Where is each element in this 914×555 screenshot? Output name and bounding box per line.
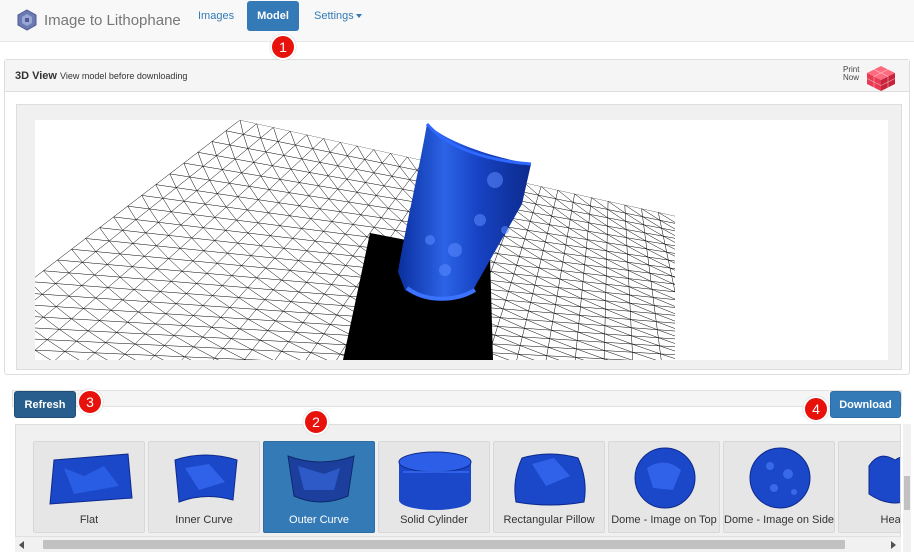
shape-flat[interactable]: Flat [33, 441, 145, 533]
refresh-button[interactable]: Refresh [14, 391, 76, 418]
shape-solid-cylinder[interactable]: Solid Cylinder [378, 441, 490, 533]
shape-label: Dome - Image on Side [724, 514, 834, 526]
dome-side-shape-icon [749, 447, 811, 509]
print-cube-icon [866, 66, 896, 91]
brand[interactable]: Image to Lithophane [16, 7, 181, 33]
heart-shape-icon [868, 455, 900, 504]
nav-images[interactable]: Images [188, 1, 244, 31]
print-now-button[interactable]: Print Now [843, 64, 899, 91]
flat-shape-icon [49, 453, 133, 505]
lithophane-logo-icon [17, 9, 37, 31]
annotation-badge-3: 3 [77, 389, 103, 415]
toolbar-strip [12, 390, 902, 407]
shape-heart[interactable]: Heart [838, 441, 901, 533]
cylinder-shape-icon [398, 451, 472, 510]
nav-settings-label: Settings [314, 10, 354, 22]
horizontal-scrollbar[interactable] [15, 536, 901, 552]
print-now-label: Print Now [843, 65, 860, 82]
annotation-badge-2: 2 [303, 409, 329, 435]
shape-label: Inner Curve [175, 514, 233, 526]
shape-label: Dome - Image on Top [611, 514, 717, 526]
panel-title: 3D View View model before downloading [15, 70, 187, 82]
download-button[interactable]: Download [830, 391, 901, 418]
panel-subtitle: View model before downloading [60, 71, 188, 81]
shape-gallery: Flat Inner Curve Outer Curve Solid Cylin… [15, 424, 901, 552]
shape-label: Rectangular Pillow [503, 514, 595, 526]
nav-settings[interactable]: Settings [304, 1, 372, 31]
scroll-left-icon[interactable] [19, 541, 24, 549]
annotation-badge-4: 4 [803, 396, 829, 422]
vertical-scrollbar-thumb[interactable] [904, 476, 910, 510]
outer-curve-shape-icon [287, 455, 355, 503]
shape-label: Solid Cylinder [400, 514, 468, 526]
model-panel: 3D View View model before downloading Pri… [4, 59, 910, 375]
shape-rectangular-pillow[interactable]: Rectangular Pillow [493, 441, 605, 533]
scrollbar-thumb[interactable] [43, 540, 845, 549]
shape-label: Outer Curve [289, 514, 349, 526]
scroll-right-icon[interactable] [891, 541, 896, 549]
panel-heading: 3D View View model before downloading Pri… [5, 60, 909, 92]
navbar: Image to Lithophane Images Model Setting… [0, 0, 914, 42]
nav-model[interactable]: Model [247, 1, 299, 31]
shape-label: Heart [880, 514, 901, 526]
shape-inner-curve[interactable]: Inner Curve [148, 441, 260, 533]
panel-title-text: 3D View [15, 70, 57, 82]
brand-title: Image to Lithophane [44, 11, 181, 29]
pillow-shape-icon [514, 453, 586, 506]
shape-outer-curve[interactable]: Outer Curve [263, 441, 375, 533]
inner-curve-shape-icon [174, 454, 238, 503]
shape-dome-image-side[interactable]: Dome - Image on Side [723, 441, 835, 533]
caret-down-icon [355, 14, 362, 19]
shape-dome-image-top[interactable]: Dome - Image on Top [608, 441, 720, 533]
annotation-badge-1: 1 [270, 34, 296, 60]
3d-model-preview [35, 120, 675, 360]
viewport-frame [16, 104, 902, 370]
shape-label: Flat [79, 514, 99, 526]
3d-viewport[interactable] [35, 120, 888, 360]
vertical-scrollbar[interactable] [903, 424, 911, 552]
dome-top-shape-icon [634, 447, 696, 509]
